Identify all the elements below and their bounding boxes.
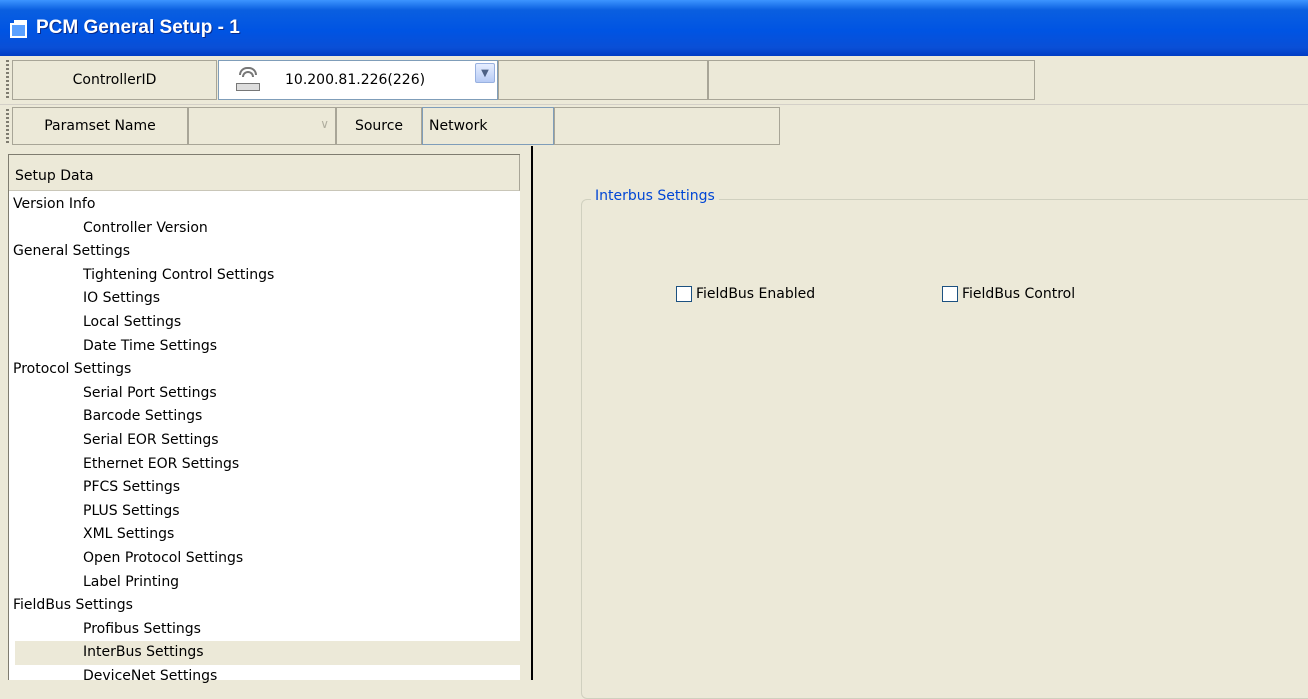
toolbar-empty-cell xyxy=(498,60,708,100)
tree-category-item[interactable]: Version Info xyxy=(9,193,520,217)
toolbar-grip[interactable] xyxy=(6,109,9,143)
controller-toolbar: ControllerID 10.200.81.226(226) ▼ xyxy=(0,56,1308,104)
tree-category-item[interactable]: General Settings xyxy=(9,240,520,264)
tree-child-item[interactable]: Open Protocol Settings xyxy=(9,547,520,571)
tree-child-item[interactable]: Date Time Settings xyxy=(9,335,520,359)
tree-child-item[interactable]: Serial Port Settings xyxy=(9,382,520,406)
fieldbus-control-checkbox[interactable]: FieldBus Control xyxy=(942,286,1075,302)
settings-panel: Interbus Settings FieldBus Enabled Field… xyxy=(533,146,1308,699)
toolbar-empty-cell xyxy=(554,107,780,145)
fieldbus-enabled-checkbox[interactable]: FieldBus Enabled xyxy=(676,286,815,302)
window-title: PCM General Setup - 1 xyxy=(36,17,240,38)
source-field: Network xyxy=(422,107,554,145)
tree-child-item[interactable]: Serial EOR Settings xyxy=(9,429,520,453)
tree-child-item[interactable]: Barcode Settings xyxy=(9,405,520,429)
toolbar-empty-cell xyxy=(708,60,1035,100)
controller-id-label: ControllerID xyxy=(12,60,217,100)
chevron-down-icon[interactable]: ∨ xyxy=(320,117,329,131)
list-header[interactable]: Setup Data xyxy=(9,155,520,191)
title-bar[interactable]: PCM General Setup - 1 xyxy=(0,0,1308,56)
tree-child-item[interactable]: Tightening Control Settings xyxy=(9,264,520,288)
interbus-settings-group xyxy=(581,199,1308,699)
tree-child-item[interactable]: PLUS Settings xyxy=(9,500,520,524)
source-label: Source xyxy=(336,107,422,145)
tree-child-item[interactable]: Profibus Settings xyxy=(9,618,520,642)
paramset-toolbar: Paramset Name ∨ Source Network xyxy=(0,104,1308,146)
tree-child-item[interactable]: Local Settings xyxy=(9,311,520,335)
controller-id-dropdown[interactable]: 10.200.81.226(226) ▼ xyxy=(218,60,498,100)
chevron-down-icon[interactable]: ▼ xyxy=(475,63,495,83)
checkbox-box[interactable] xyxy=(942,286,958,302)
tree-child-item[interactable]: DeviceNet Settings xyxy=(9,665,520,689)
tree-category-item[interactable]: FieldBus Settings xyxy=(9,594,520,618)
network-icon xyxy=(233,67,263,93)
setup-tree-panel: Setup Data Version Info Controller Versio… xyxy=(0,146,533,684)
tree-child-item[interactable]: Ethernet EOR Settings xyxy=(9,453,520,477)
paramset-name-dropdown[interactable]: ∨ xyxy=(188,107,336,145)
tree-child-item[interactable]: Label Printing xyxy=(9,571,520,595)
list-body: Version Info Controller Version General Se… xyxy=(9,191,520,688)
tree-child-item[interactable]: InterBus Settings xyxy=(15,641,520,665)
fieldbus-control-label: FieldBus Control xyxy=(962,286,1076,302)
tree-child-item[interactable]: PFCS Settings xyxy=(9,476,520,500)
tree-child-item[interactable]: Controller Version xyxy=(9,217,520,241)
tree-child-item[interactable]: IO Settings xyxy=(9,287,520,311)
group-title: Interbus Settings xyxy=(591,188,719,204)
controller-id-value: 10.200.81.226(226) xyxy=(285,72,426,88)
paramset-name-label: Paramset Name xyxy=(12,107,188,145)
fieldbus-enabled-label: FieldBus Enabled xyxy=(696,286,816,302)
tree-child-item[interactable]: XML Settings xyxy=(9,523,520,547)
checkbox-box[interactable] xyxy=(676,286,692,302)
window-icon xyxy=(10,20,28,38)
setup-data-list[interactable]: Setup Data Version Info Controller Versio… xyxy=(8,154,520,684)
tree-category-item[interactable]: Protocol Settings xyxy=(9,358,520,382)
toolbar-grip[interactable] xyxy=(6,60,9,100)
